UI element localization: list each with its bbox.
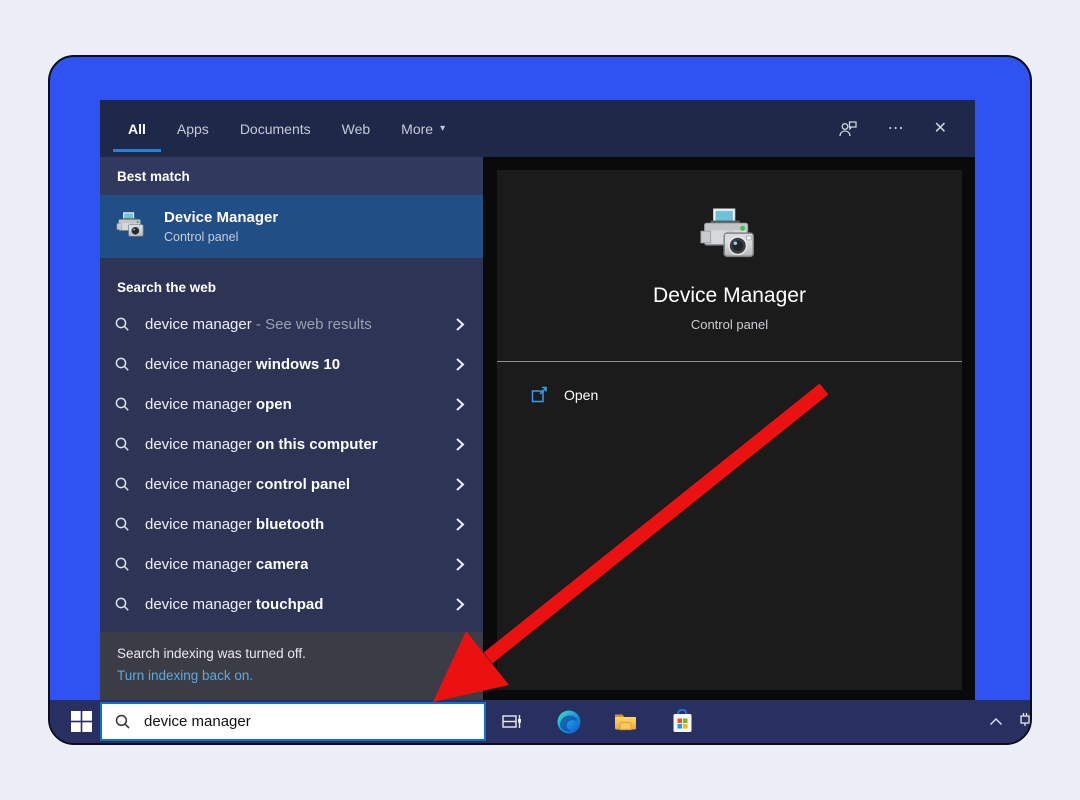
web-suggestion-row[interactable]: device manager control panel [100, 464, 483, 504]
microsoft-store-button[interactable] [669, 708, 696, 735]
search-results-column: Best match Device Manager Control panel … [100, 157, 483, 700]
search-icon [115, 477, 129, 491]
result-title: Device Manager [164, 209, 279, 226]
tab-label: More [401, 120, 434, 137]
task-view-button[interactable] [498, 708, 525, 735]
device-manager-icon [699, 208, 754, 258]
search-icon [115, 317, 129, 331]
search-icon [115, 357, 129, 371]
search-the-web-header: Search the web [117, 280, 217, 295]
web-suggestion-row[interactable]: device manager - See web results [100, 304, 483, 344]
taskbar-search-box[interactable] [100, 702, 486, 741]
chevron-right-icon[interactable] [455, 437, 465, 452]
show-hidden-icons-button[interactable] [989, 713, 1003, 731]
tab-apps[interactable]: Apps [177, 100, 209, 157]
web-suggestion-row[interactable]: device manager touchpad [100, 584, 483, 624]
ethernet-plug-icon [1020, 713, 1030, 726]
chevron-right-icon[interactable] [455, 357, 465, 372]
more-options-icon[interactable]: ⋯ [888, 120, 904, 137]
tab-label: Documents [239, 120, 311, 137]
preview-backdrop: Device Manager Control panel Open [483, 157, 975, 700]
task-view-icon [502, 715, 521, 728]
file-explorer-icon [615, 714, 636, 731]
chevron-down-icon: ▾ [440, 123, 446, 134]
indexing-notice: Search indexing was turned off. Turn ind… [100, 632, 483, 700]
start-button[interactable] [60, 700, 102, 743]
web-suggestion-row[interactable]: device manager camera [100, 544, 483, 584]
tab-label: Apps [176, 120, 209, 137]
tab-web[interactable]: Web [342, 100, 371, 157]
search-icon [115, 517, 129, 531]
microsoft-store-icon [673, 709, 692, 732]
search-icon [115, 397, 129, 411]
tab-all[interactable]: All [113, 100, 161, 157]
device-manager-icon [116, 212, 144, 237]
close-icon[interactable]: ✕ [934, 120, 947, 137]
preview-title: Device Manager [653, 284, 806, 307]
screenshot-frame: All Apps Documents Web More ▾ ⋯ ✕ Best m… [48, 55, 1032, 745]
chevron-right-icon[interactable] [455, 557, 465, 572]
page: All Apps Documents Web More ▾ ⋯ ✕ Best m… [0, 0, 1080, 800]
chevron-right-icon[interactable] [455, 477, 465, 492]
windows-search-flyout: All Apps Documents Web More ▾ ⋯ ✕ Best m… [100, 100, 975, 700]
web-suggestion-row[interactable]: device manager on this computer [100, 424, 483, 464]
open-action[interactable]: Open [497, 362, 962, 403]
chevron-right-icon[interactable] [455, 317, 465, 332]
web-suggestion-row[interactable]: device manager bluetooth [100, 504, 483, 544]
result-subtitle: Control panel [164, 230, 239, 244]
edge-icon [557, 710, 580, 733]
preview-panel: Device Manager Control panel Open [497, 170, 962, 690]
file-explorer-button[interactable] [612, 708, 639, 735]
tab-documents[interactable]: Documents [240, 100, 311, 157]
taskbar [50, 700, 1030, 743]
network-tray-button[interactable] [1018, 710, 1030, 733]
notice-text: Search indexing was turned off. [117, 646, 306, 661]
edge-button[interactable] [555, 708, 582, 735]
search-icon [115, 597, 129, 611]
best-match-header: Best match [100, 157, 483, 195]
tab-more[interactable]: More ▾ [401, 100, 445, 157]
web-suggestion-row[interactable]: device manager windows 10 [100, 344, 483, 384]
search-icon [115, 437, 129, 451]
search-icon [115, 557, 129, 571]
windows-logo-icon [70, 711, 92, 732]
turn-indexing-on-link[interactable]: Turn indexing back on. [117, 665, 466, 687]
launch-icon [531, 386, 547, 403]
chevron-up-icon [990, 717, 1002, 725]
feedback-icon[interactable] [838, 119, 858, 139]
preview-subtitle: Control panel [690, 317, 769, 332]
chevron-right-icon[interactable] [455, 597, 465, 612]
tab-label: Web [341, 120, 371, 137]
tab-label: All [128, 120, 146, 137]
chevron-right-icon[interactable] [455, 517, 465, 532]
search-input[interactable] [144, 713, 472, 730]
web-suggestion-row[interactable]: device manager open [100, 384, 483, 424]
best-match-result[interactable]: Device Manager Control panel [100, 195, 483, 258]
open-label: Open [564, 386, 599, 403]
search-filter-tabbar: All Apps Documents Web More ▾ ⋯ ✕ [100, 100, 975, 157]
search-icon [115, 714, 130, 729]
chevron-right-icon[interactable] [455, 397, 465, 412]
